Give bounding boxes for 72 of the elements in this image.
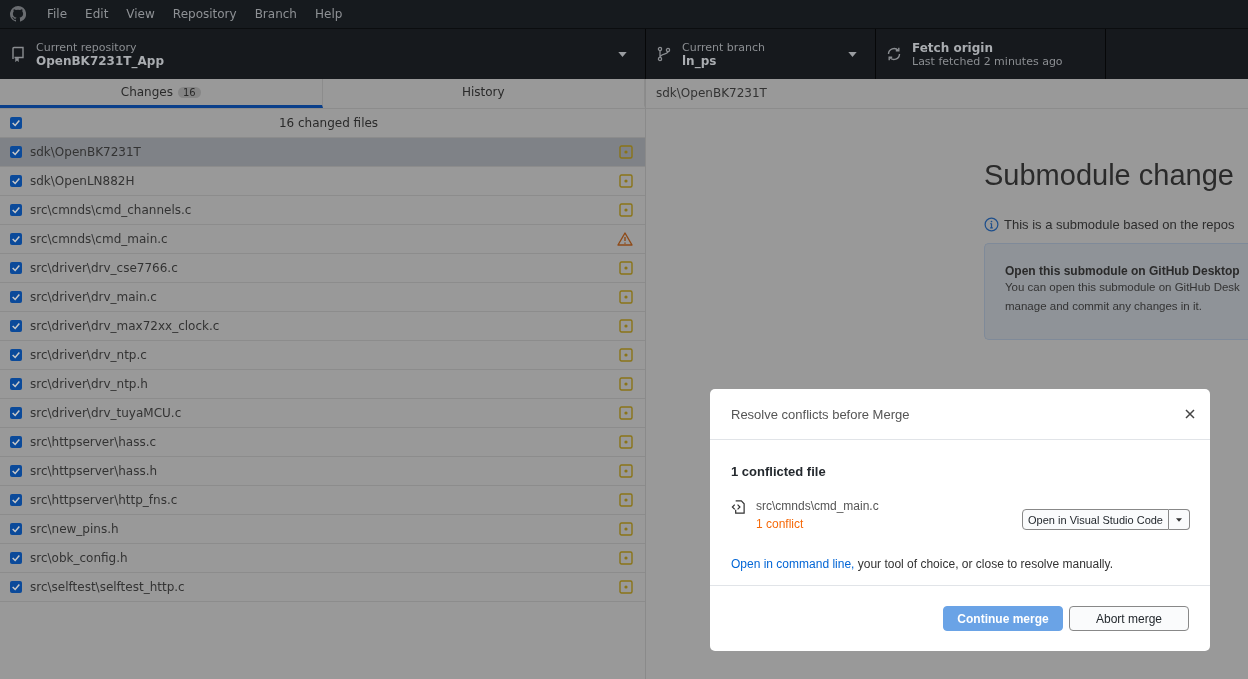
checkbox[interactable] [10,320,22,332]
card-text: You can open this submodule on GitHub Desk manage and commit any changes in it. [1005,280,1241,314]
checkbox[interactable] [10,581,22,593]
menu-item[interactable]: View [117,7,164,21]
branch-selector[interactable]: Current branch ln_ps [646,29,876,79]
file-path: src\driver\drv_tuyaMCU.c [30,406,183,420]
code-file-icon [731,499,746,515]
command-line-link[interactable]: Open in command line, [731,557,855,571]
file-path: src\driver\drv_ntp.c [30,348,148,362]
checkbox[interactable] [10,262,22,274]
dialog-title: Resolve conflicts before Merge [731,406,910,422]
menu-item[interactable]: Repository [163,7,246,21]
file-path: src\httpserver\http_fns.c [30,493,179,507]
close-icon[interactable] [1185,409,1195,419]
count-badge: 16 [178,86,201,98]
tab[interactable]: History [322,79,645,108]
sync-icon [886,46,902,62]
menu-item[interactable]: Branch [245,7,306,21]
file-path: src\driver\drv_ntp.h [30,377,149,391]
instructions-text: your tool of choice, or close to resolve manually. [856,557,1113,571]
file-path: src\httpserver\hass.h [30,464,159,478]
menu-item[interactable]: Edit [76,7,118,21]
checkbox[interactable] [10,233,22,245]
checkbox[interactable] [10,523,22,535]
menu-item[interactable]: Help [305,7,352,21]
repository-selector[interactable]: Current repository OpenBK7231T_App [0,29,646,79]
repository-icon [10,46,26,62]
checkbox[interactable] [10,146,22,158]
checkbox[interactable] [10,349,22,361]
info-text: This is a submodule based on the repos [1004,217,1235,232]
file-path: src\obk_config.h [30,551,129,565]
checkbox[interactable] [10,291,22,303]
editor-dropdown-button[interactable] [1169,509,1190,530]
file-path: src\cmnds\cmd_main.c [30,232,169,246]
checkbox[interactable] [10,204,22,216]
caret-icon [848,51,857,57]
info-icon [984,217,999,232]
conflicted-file-path: src\cmnds\cmd_main.c [756,499,880,513]
continue-merge-button[interactable]: Continue merge [943,606,1063,631]
file-path: src\driver\drv_max72xx_clock.c [30,319,221,333]
checkbox[interactable] [10,378,22,390]
file-path: src\driver\drv_main.c [30,290,158,304]
select-all-checkbox[interactable] [10,117,22,129]
file-path: sdk\OpenBK7231T [30,145,142,159]
checkbox[interactable] [10,175,22,187]
file-path: src\new_pins.h [30,522,120,536]
checkbox[interactable] [10,407,22,419]
checkbox[interactable] [10,494,22,506]
changed-files-count: 16 changed files [277,116,380,130]
card-title: Open this submodule on GitHub Desktop [1005,264,1241,278]
abort-merge-button[interactable]: Abort merge [1069,606,1189,631]
caret-icon [618,51,627,57]
file-path: src\cmnds\cmd_channels.c [30,203,193,217]
file-path: sdk\OpenLN882H [30,174,136,188]
file-path: src\httpserver\hass.c [30,435,158,449]
fetch-button[interactable]: Fetch origin Last fetched 2 minutes ago [876,29,1106,79]
file-path: src\selftest\selftest_http.c [30,580,186,594]
checkbox[interactable] [10,465,22,477]
file-path-header: sdk\OpenBK7231T [646,79,1248,109]
menu-item[interactable]: File [38,7,77,21]
checkbox[interactable] [10,436,22,448]
conflict-heading: 1 conflicted file [731,464,827,479]
file-row[interactable]: sdk\OpenBK7231T [0,138,645,167]
branch-icon [656,46,672,62]
tab[interactable]: Changes 16 [0,79,323,108]
submodule-heading: Submodule change [984,159,1235,192]
open-in-editor-button[interactable]: Open in Visual Studio Code [1022,509,1169,530]
caret-icon [1176,517,1182,522]
file-path: src\driver\drv_cse7766.c [30,261,179,275]
checkbox[interactable] [10,552,22,564]
conflict-count: 1 conflict [756,517,805,531]
app-logo-icon [10,6,26,22]
